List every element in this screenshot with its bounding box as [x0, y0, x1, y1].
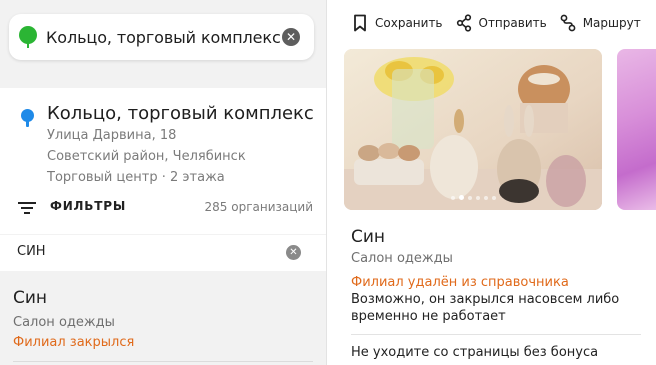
search-input[interactable]: Кольцо, торговый комплекс: [46, 28, 282, 47]
clear-inside-search-button[interactable]: ✕: [286, 245, 301, 260]
place-street: Улица Дарвина, 18: [47, 128, 177, 143]
result-status: Филиал закрылся: [13, 335, 135, 350]
photo-gallery[interactable]: [344, 49, 602, 210]
place-info-card: Кольцо, торговый комплекс Улица Дарвина,…: [0, 88, 326, 234]
organizations-count: 285 организаций: [204, 200, 313, 214]
share-button[interactable]: Отправить: [456, 14, 547, 32]
share-label: Отправить: [478, 16, 547, 30]
result-divider: [13, 361, 313, 362]
save-label: Сохранить: [375, 16, 443, 30]
organization-status: Филиал удалён из справочника: [351, 275, 569, 290]
place-title[interactable]: Кольцо, торговый комплекс: [47, 103, 314, 124]
location-pin-icon: [21, 109, 34, 127]
filter-icon[interactable]: [18, 202, 36, 214]
gallery-dot[interactable]: [483, 196, 488, 200]
gallery-pagination: [344, 185, 602, 204]
route-button[interactable]: Маршрут: [560, 14, 641, 32]
inside-search-field[interactable]: СИН ✕: [0, 235, 326, 271]
result-name: Син: [13, 288, 48, 308]
gallery-dot[interactable]: [467, 196, 472, 200]
search-bar[interactable]: Кольцо, торговый комплекс ✕: [9, 14, 314, 60]
gallery-dot[interactable]: [475, 196, 480, 200]
save-button[interactable]: Сохранить: [352, 14, 443, 32]
route-label: Маршрут: [582, 16, 641, 30]
organization-card: Сохранить Отправить Маршрут Син Салон од…: [327, 0, 656, 365]
place-pin-icon: [19, 26, 37, 48]
search-sidebar: Кольцо, торговый комплекс ✕ Кольцо, торг…: [0, 0, 326, 365]
organization-category[interactable]: Салон одежды: [351, 251, 453, 266]
place-type: Торговый центр · 2 этажа: [47, 170, 225, 185]
card-actions: Сохранить Отправить Маршрут: [352, 14, 654, 32]
route-icon: [560, 14, 576, 32]
bonus-banner-text[interactable]: Не уходите со страницы без бонуса: [351, 345, 598, 360]
card-divider: [351, 334, 641, 335]
organization-name: Син: [351, 227, 386, 247]
inside-search-input[interactable]: СИН: [17, 244, 46, 259]
gallery-dot[interactable]: [450, 196, 455, 200]
next-photo[interactable]: [617, 49, 656, 210]
share-icon: [456, 14, 471, 32]
result-category: Салон одежды: [13, 315, 115, 330]
gallery-dot[interactable]: [491, 196, 496, 200]
bookmark-icon: [354, 14, 366, 32]
status-description-line2: временно не работает: [351, 309, 506, 324]
result-item[interactable]: Син Салон одежды Филиал закрылся: [0, 273, 326, 365]
filters-button[interactable]: ФИЛЬТРЫ: [50, 199, 126, 213]
status-description-line1: Возможно, он закрылся насовсем либо: [351, 292, 620, 307]
clear-search-button[interactable]: ✕: [282, 28, 300, 46]
place-district: Советский район, Челябинск: [47, 149, 246, 164]
gallery-dot[interactable]: [458, 195, 464, 200]
